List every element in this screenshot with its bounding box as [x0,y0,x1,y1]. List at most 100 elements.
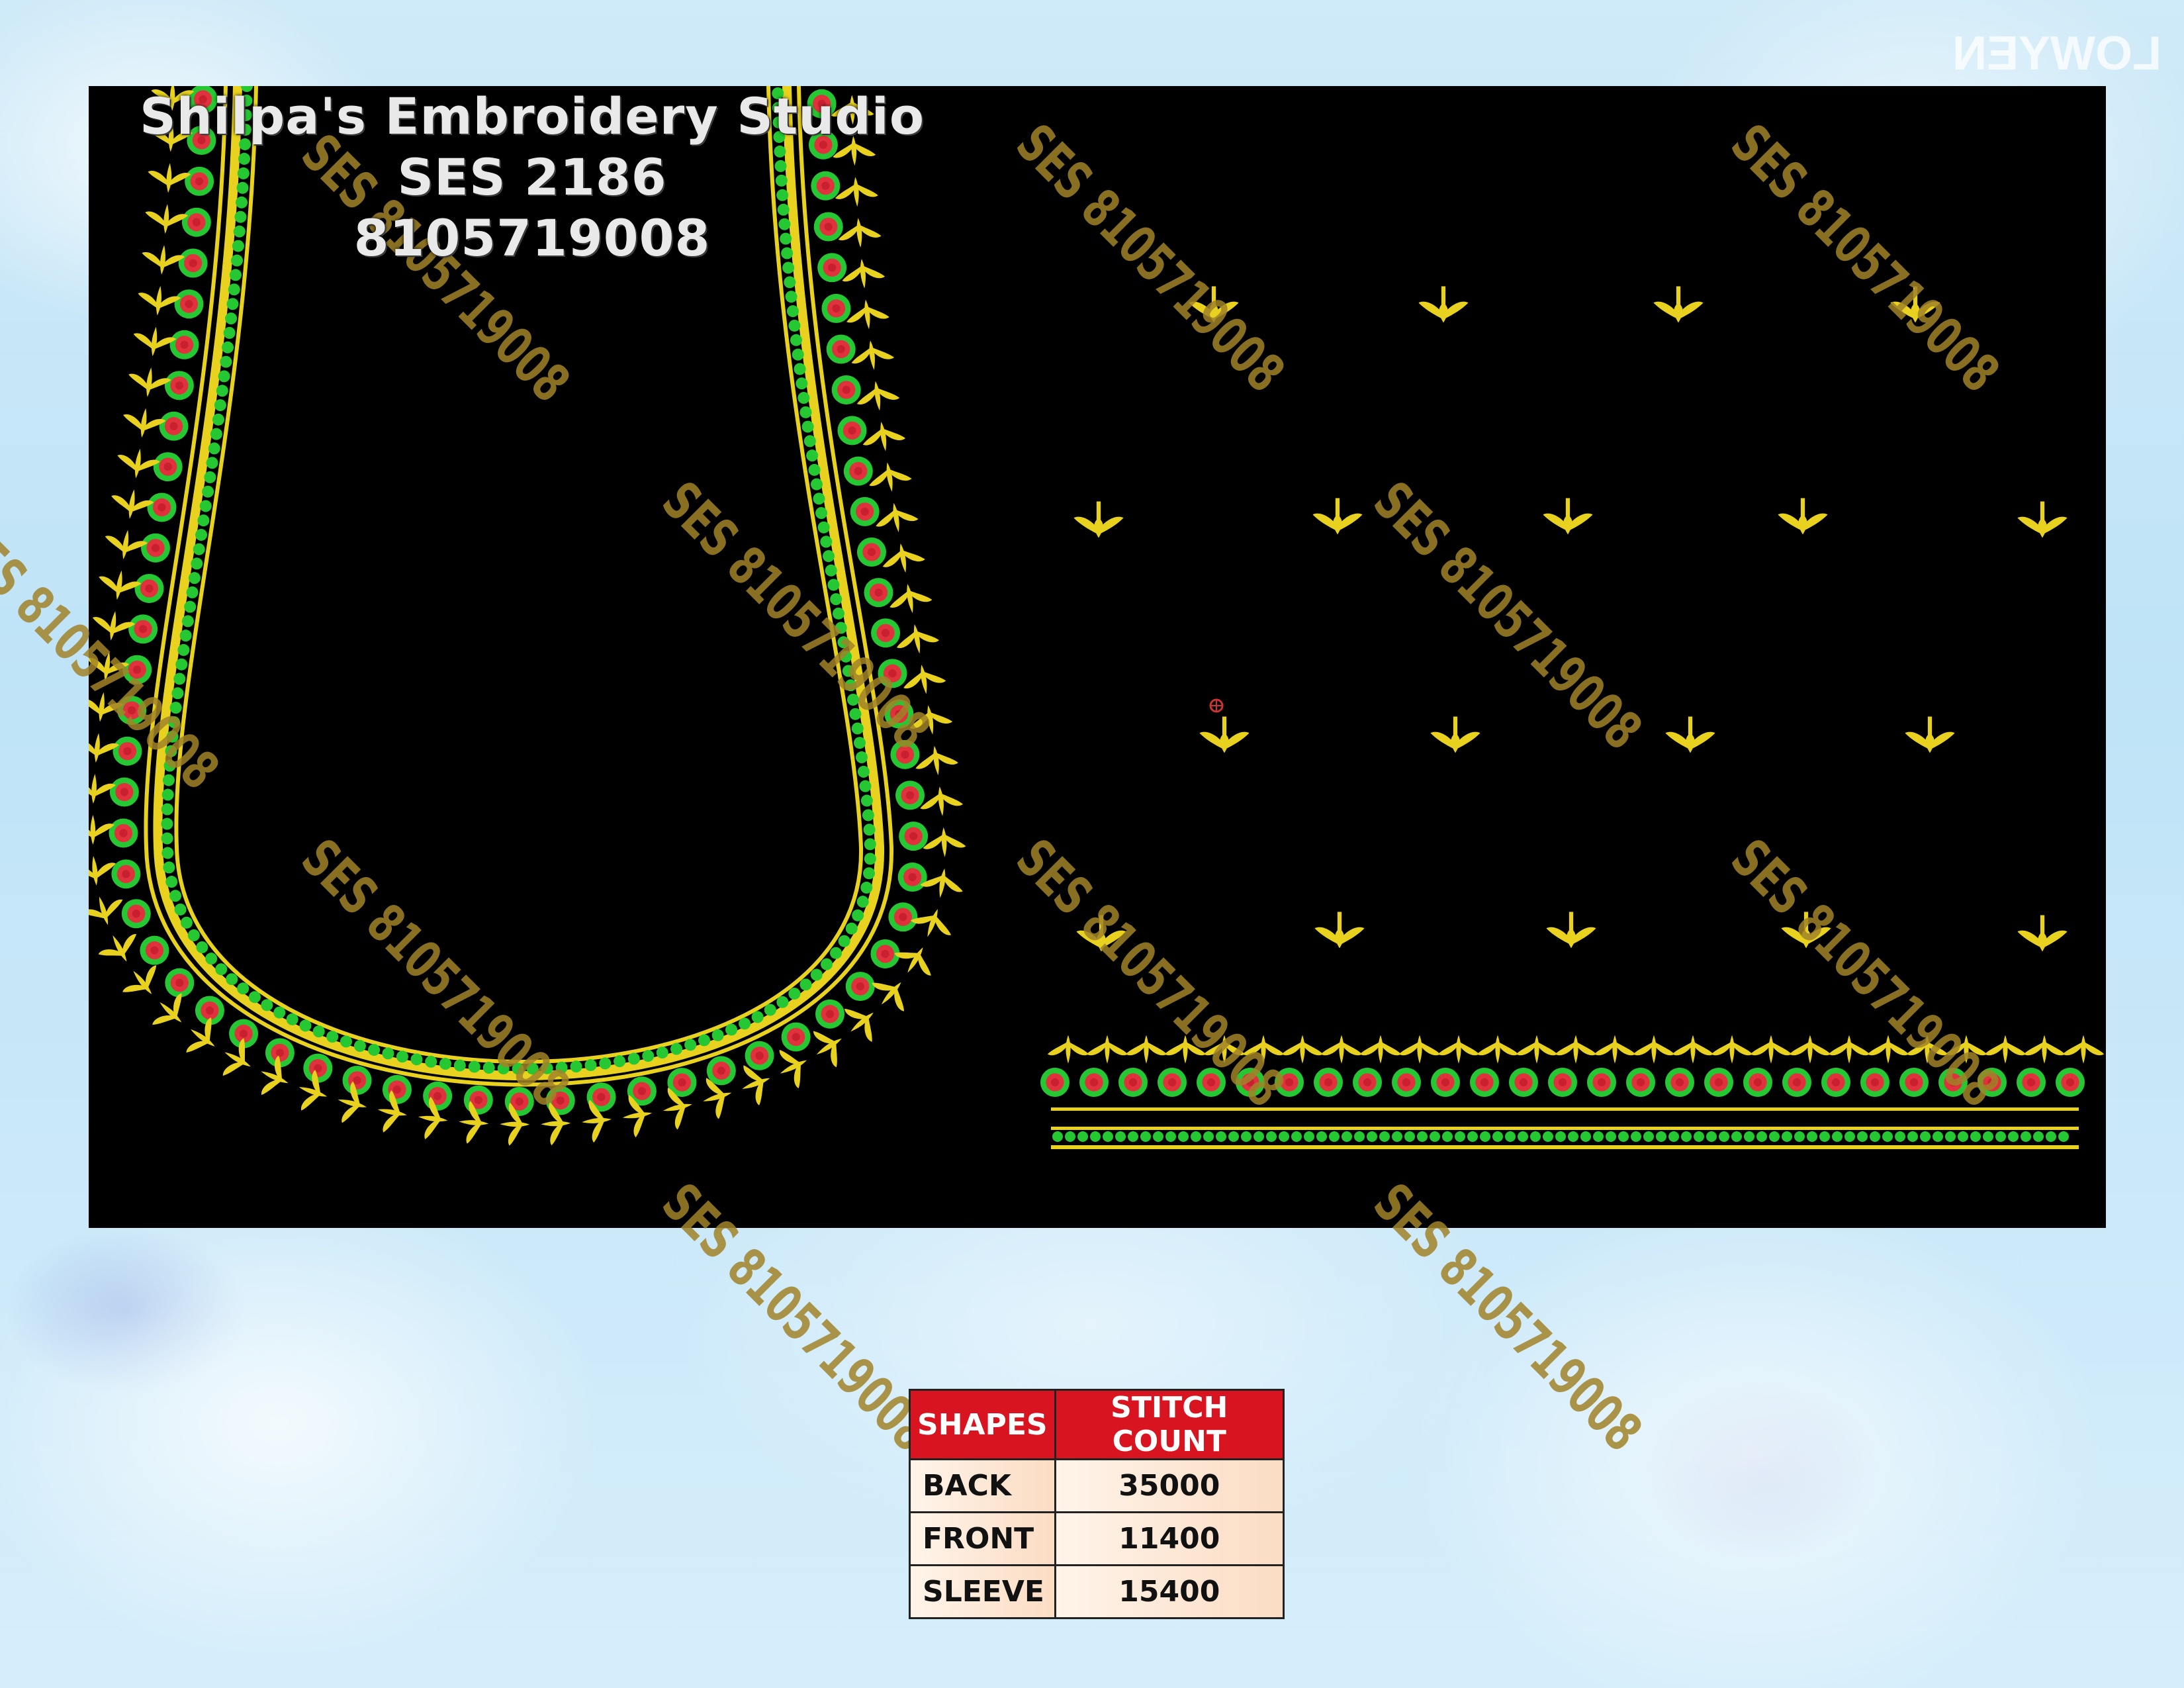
green-bead [181,615,194,628]
green-bead [188,572,201,585]
green-bead [790,334,803,346]
green-bead [1580,1131,1591,1142]
green-bead [410,1053,423,1066]
green-bead [1870,1131,1880,1142]
leaf-motif [98,933,137,962]
green-bead [1656,1131,1666,1142]
leaf-motif [123,408,166,438]
green-bead [751,1011,764,1023]
green-bead [165,876,178,888]
circle-motif [1158,1068,1187,1097]
green-bead [1895,1131,1905,1142]
green-bead [1191,1131,1201,1142]
table-header-row: SHAPES STITCH COUNT [909,1389,1285,1460]
leaf-motif [872,982,905,1011]
leaf-motif [896,624,939,654]
circle-motif [1665,1068,1694,1097]
circle-motif [140,533,170,563]
green-bead [785,291,797,303]
butta-motif [1312,498,1363,535]
green-bead [776,996,789,1008]
green-bead [212,413,224,426]
leaf-motif [1477,1035,1519,1064]
green-bead [823,550,835,563]
corner-logo: LOWYEN [1952,27,2161,80]
green-bead [784,276,796,289]
green-bead [1404,1131,1415,1142]
green-bead [1832,1131,1843,1142]
green-bead [439,1058,451,1070]
green-bead [1958,1131,1968,1142]
green-bead [799,978,812,991]
green-bead [656,1047,668,1059]
green-bead [1568,1131,1578,1142]
green-bead [684,1039,697,1051]
green-bead [1933,1131,1943,1142]
green-bead [1606,1131,1616,1142]
green-bead [817,521,830,534]
circle-motif [1626,1068,1655,1097]
circle-motif [165,968,195,998]
green-bead [796,377,808,390]
circle-motif [121,899,151,929]
green-bead [863,867,876,880]
green-bead [1492,1131,1503,1142]
circle-motif [843,456,873,486]
butta-motif [1778,498,1828,535]
green-bead [853,737,866,749]
green-bead [161,818,173,830]
green-bead [794,363,806,375]
green-bead [1920,1131,1931,1142]
green-bead [1631,1131,1641,1142]
green-bead [1178,1131,1189,1142]
green-bead [1807,1131,1817,1142]
green-bead [1291,1131,1302,1142]
green-bead [1681,1131,1692,1142]
studio-phone: 8105719008 [353,209,711,267]
gold-line [1051,1145,2079,1149]
green-bead [1329,1131,1340,1142]
circle-motif [815,999,845,1029]
circle-motif [1431,1068,1460,1097]
green-bead [163,861,175,874]
green-bead [237,982,250,995]
circle-motif [169,330,199,359]
green-bead [1819,1131,1830,1142]
green-bead [670,1043,683,1055]
circle-motif [706,1056,736,1086]
green-bead [226,298,239,310]
leaf-motif [869,462,912,492]
green-bead [739,1017,751,1030]
green-bead [1907,1131,1918,1142]
green-bead [273,1006,286,1019]
leaf-motif [862,422,906,451]
butta-motif [1073,501,1124,538]
circle-motif [147,492,177,522]
green-bead [1316,1131,1327,1142]
shape-cell: SLEEVE [909,1564,1056,1619]
circle-motif [109,777,139,807]
green-bead [1706,1131,1717,1142]
green-bead [803,435,816,447]
green-bead [1731,1131,1742,1142]
green-bead [857,765,870,778]
green-bead [1530,1131,1541,1142]
green-bead [218,370,230,383]
green-bead [2033,1131,2044,1142]
green-bead [788,319,801,332]
green-bead [299,1019,312,1032]
leaf-motif [1828,1035,1870,1064]
green-bead [382,1047,394,1060]
green-bead [186,586,199,598]
green-bead [856,896,869,908]
green-bead [175,658,188,671]
butta-motif [1546,912,1596,949]
green-bead [1844,1131,1855,1142]
butta-motif [1905,716,1955,753]
circle-motif [2056,1068,2085,1097]
circle-motif [303,1053,333,1083]
circle-motif [1079,1068,1109,1097]
circle-motif [745,1041,774,1070]
circle-motif [1704,1068,1733,1097]
green-bead [248,991,261,1004]
